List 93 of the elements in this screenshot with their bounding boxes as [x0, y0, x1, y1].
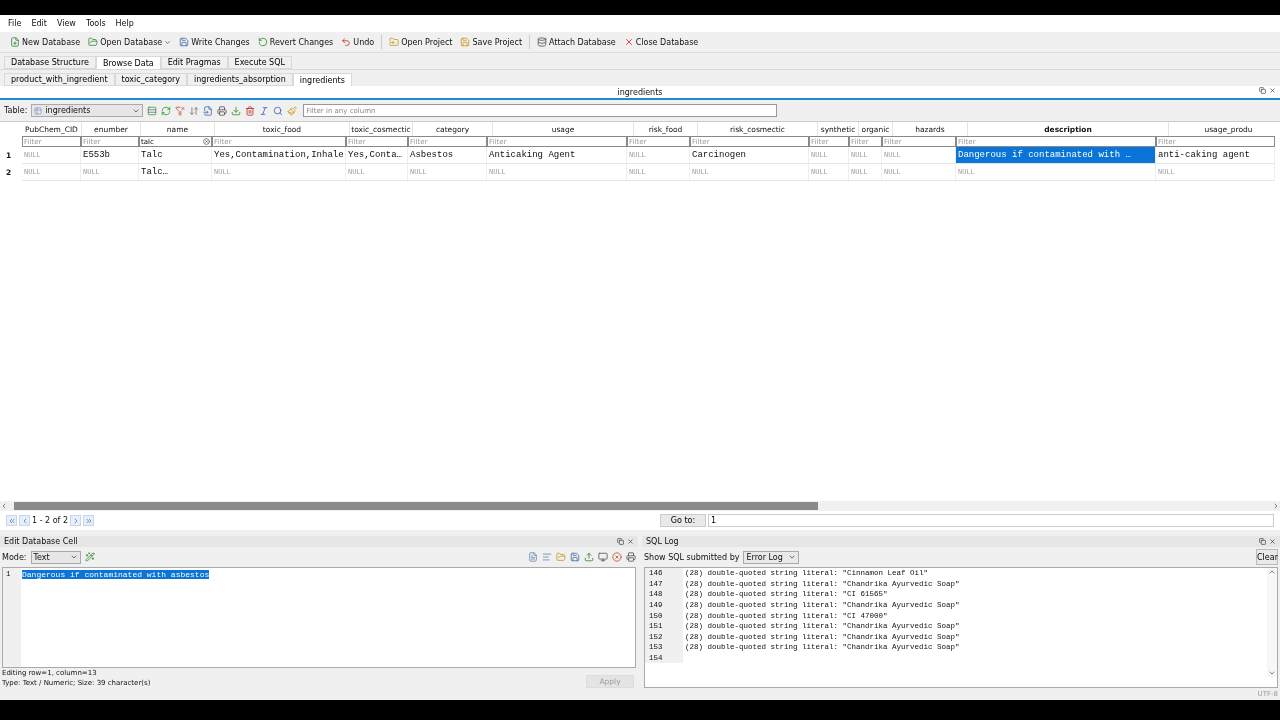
caret-icon — [788, 553, 797, 561]
save-icon — [179, 37, 190, 47]
close-icon[interactable] — [627, 538, 634, 545]
mode-select[interactable]: Text — [30, 550, 81, 564]
last-button[interactable] — [83, 515, 95, 526]
table-cell: E553b — [81, 147, 139, 164]
sort-icon[interactable] — [189, 105, 200, 116]
new-file-icon — [10, 37, 20, 47]
save-table-icon[interactable] — [203, 105, 214, 116]
undo-icon — [341, 37, 352, 47]
table-cell: anti-caking agent — [1156, 147, 1275, 164]
submitted-select[interactable]: Error Log — [743, 550, 800, 564]
toolbar-button[interactable]: Close Database — [619, 34, 703, 50]
find-icon[interactable] — [273, 105, 284, 116]
null-icon[interactable] — [612, 552, 622, 562]
text-icon[interactable] — [528, 552, 538, 562]
table-cell: Talc — [139, 147, 212, 164]
mode-label: Mode: — [2, 552, 27, 562]
print-icon[interactable] — [217, 105, 228, 116]
save-icon — [460, 37, 471, 47]
restore-icon[interactable] — [617, 538, 624, 545]
tab[interactable]: Execute SQL — [227, 56, 292, 69]
tab[interactable]: ingredients_absorption — [187, 73, 293, 86]
tab[interactable]: Browse Data — [95, 56, 161, 69]
toolbar-button[interactable]: Attach Database — [533, 34, 620, 50]
dock-title: SQL Log — [646, 537, 679, 546]
go-to-button[interactable]: Go to: — [660, 514, 706, 527]
menu-item[interactable]: View — [52, 19, 80, 28]
table-cell: Yes,Conta… — [346, 147, 408, 164]
toolbar-button[interactable]: New Database — [6, 34, 85, 50]
menu-item[interactable]: Help — [111, 19, 138, 28]
close-icon[interactable] — [1269, 538, 1276, 545]
tab[interactable]: toxic_category — [114, 73, 188, 86]
submitted-label: Show SQL submitted by — [644, 552, 740, 562]
last-icon — [84, 516, 93, 525]
table-cell: Anticaking Agent — [487, 147, 627, 164]
clear-button[interactable]: Clear — [1256, 549, 1278, 565]
menu-item[interactable]: Tools — [81, 19, 110, 28]
clear-icon[interactable] — [203, 138, 210, 145]
first-button[interactable] — [6, 515, 17, 526]
toolbar-button[interactable]: Undo — [337, 34, 379, 50]
table-label: Table: — [4, 106, 28, 115]
import-icon[interactable] — [556, 552, 566, 562]
record-range: 1 - 2 of 2 — [32, 516, 69, 525]
first-icon — [7, 516, 16, 525]
next-button[interactable] — [70, 515, 82, 526]
new-record-icon[interactable] — [147, 105, 158, 116]
toolbar-button[interactable]: Open Database — [84, 34, 176, 50]
format-icon[interactable] — [287, 105, 298, 116]
refresh-icon[interactable] — [161, 105, 172, 116]
auto-format-icon[interactable] — [84, 552, 95, 562]
close-icon[interactable] — [1269, 87, 1276, 94]
toolbar-button[interactable]: Write Changes — [175, 34, 254, 50]
scroll-left-icon[interactable] — [0, 502, 8, 510]
tab[interactable]: Database Structure — [4, 56, 96, 69]
table-icon — [34, 106, 43, 115]
tab[interactable]: ingredients — [292, 73, 352, 86]
menu-item[interactable]: Edit — [27, 19, 51, 28]
scroll-right-icon[interactable] — [1272, 502, 1280, 510]
clear-filter-icon[interactable] — [175, 105, 186, 116]
close-icon — [623, 37, 634, 47]
table-cell: Dangerous if contaminated with … — [956, 147, 1156, 164]
restore-icon[interactable] — [1259, 87, 1266, 94]
open-folder-icon — [88, 37, 99, 47]
delete-icon[interactable] — [245, 105, 256, 116]
table-cell: Talc… — [139, 164, 212, 181]
go-to-field[interactable]: 1 — [708, 514, 1274, 527]
table-select[interactable]: ingredients — [31, 104, 144, 117]
table-cell: Carcinogen — [690, 147, 809, 164]
database-icon — [537, 37, 548, 47]
dock-title: Edit Database Cell — [4, 537, 78, 546]
print-icon[interactable] — [626, 552, 636, 562]
wrap-icon[interactable] — [542, 552, 552, 562]
folder-icon — [389, 37, 400, 47]
menu-item[interactable]: File — [4, 19, 26, 28]
scroll-up-icon[interactable] — [1268, 568, 1276, 576]
toolbar-button[interactable]: Open Project — [385, 34, 457, 50]
view-title: ingredients — [617, 87, 663, 97]
export-icon[interactable] — [570, 552, 580, 562]
tab[interactable]: Edit Pragmas — [160, 56, 228, 69]
table-cell: Asbestos — [408, 147, 487, 164]
toolbar-button[interactable]: Save Project — [456, 34, 527, 50]
caret-icon — [69, 553, 78, 561]
toolbar-button[interactable]: Revert Changes — [253, 34, 338, 50]
editor-text: Dangerous if contaminated with asbestos — [22, 570, 210, 579]
revert-icon — [257, 37, 268, 47]
scroll-down-icon[interactable] — [1268, 669, 1276, 677]
font-icon[interactable] — [259, 105, 270, 116]
tab[interactable]: product_with_ingredient — [4, 73, 115, 86]
display-icon[interactable] — [598, 552, 608, 562]
restore-icon[interactable] — [1259, 538, 1266, 545]
previous-button[interactable] — [19, 515, 30, 526]
table-cell: Yes,Contamination,Inhale — [212, 147, 346, 164]
